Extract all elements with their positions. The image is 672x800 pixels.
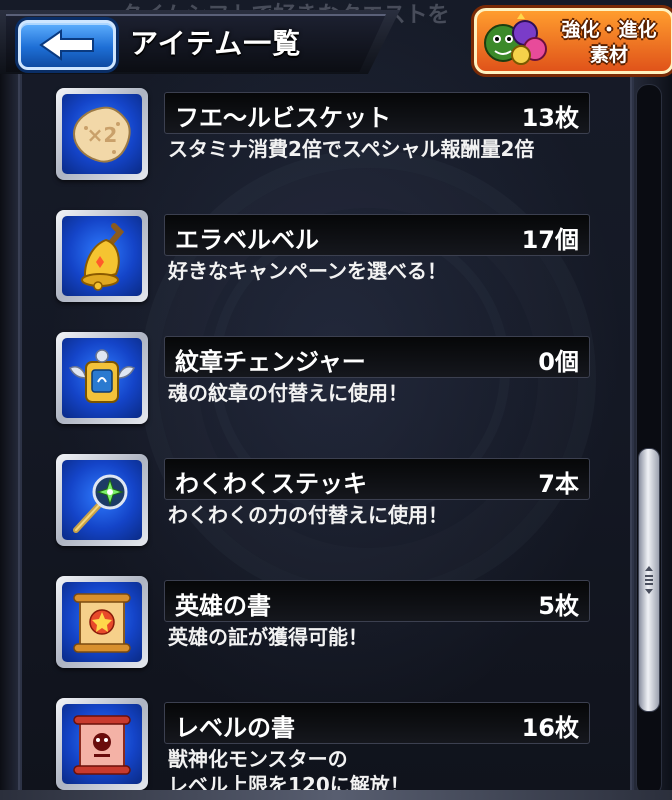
item-name: 紋章チェンジャー [175,348,366,376]
list-item[interactable]: わくわくステッキ 7本 わくわくの力の付替えに使用！ [56,454,596,554]
item-count: 16枚 [521,714,579,742]
bell-icon [81,223,125,291]
item-description: 好きなキャンペーンを選べる！ [168,259,447,283]
page-title: アイテム一覧 [130,27,302,60]
item-name-bar: 紋章チェンジャー 0個 [164,336,590,378]
item-name-bar: わくわくステッキ 7本 [164,458,590,500]
monster-icon [484,13,547,65]
item-icon-frame: ×2 [56,88,148,180]
list-item[interactable]: ×2 フエ〜ルビスケット 13枚 スタミナ消費2倍でスペシャル報酬量2倍 [56,88,596,188]
hero-scroll-icon [73,593,131,653]
item-name-bar: エラベルベル 17個 [164,214,590,256]
item-name-bar: 英雄の書 5枚 [164,580,590,622]
item-description: 魂の紋章の付替えに使用！ [168,381,408,405]
back-button[interactable] [18,20,116,70]
item-name: わくわくステッキ [175,470,367,498]
grip-icon [645,566,653,594]
item-count: 17個 [521,226,579,254]
emblem-changer-icon [68,349,136,403]
item-count: 0個 [538,348,579,376]
item-name-bar: フエ〜ルビスケット 13枚 [164,92,590,134]
bottom-menu-peek [0,790,672,800]
item-list-screen: タイムシフトで好きなクエストを アイテム一覧 強化・進化 素材 [0,0,672,800]
scrollbar-thumb[interactable] [638,448,660,712]
materials-button[interactable]: 強化・進化 素材 [474,8,672,74]
item-name: 英雄の書 [175,592,271,620]
item-name: エラベルベル [175,226,319,254]
list-item[interactable]: 紋章チェンジャー 0個 魂の紋章の付替えに使用！ [56,332,596,432]
materials-label-line2: 素材 [589,44,628,66]
item-name: フエ〜ルビスケット [175,104,391,132]
item-name: レベルの書 [175,714,295,742]
item-icon-frame [56,210,148,302]
level-scroll-icon [73,715,131,775]
item-icon-frame [56,454,148,546]
biscuit-icon: ×2 [72,106,131,163]
item-count: 13枚 [521,104,579,132]
wand-icon [73,474,128,533]
item-count: 7本 [538,470,579,498]
left-arrow-icon [39,29,94,61]
item-description: 英雄の証が獲得可能！ [168,625,368,649]
item-icon-frame [56,576,148,668]
item-description: スタミナ消費2倍でスペシャル報酬量2倍 [168,137,535,161]
item-description: わくわくの力の付替えに使用！ [168,503,448,527]
materials-label-line1: 強化・進化 [561,19,657,41]
item-count: 5枚 [538,592,579,620]
list-item[interactable]: レベルの書 16枚 獣神化モンスターの レベル上限を120に解放！ [56,698,596,798]
item-icon-frame [56,698,148,790]
item-name-bar: レベルの書 16枚 [164,702,590,744]
item-icon-frame [56,332,148,424]
svg-text:×2: ×2 [87,123,118,147]
list-item[interactable]: 英雄の書 5枚 英雄の証が獲得可能！ [56,576,596,676]
left-rail [0,70,20,800]
list-item[interactable]: エラベルベル 17個 好きなキャンペーンを選べる！ [56,210,596,310]
